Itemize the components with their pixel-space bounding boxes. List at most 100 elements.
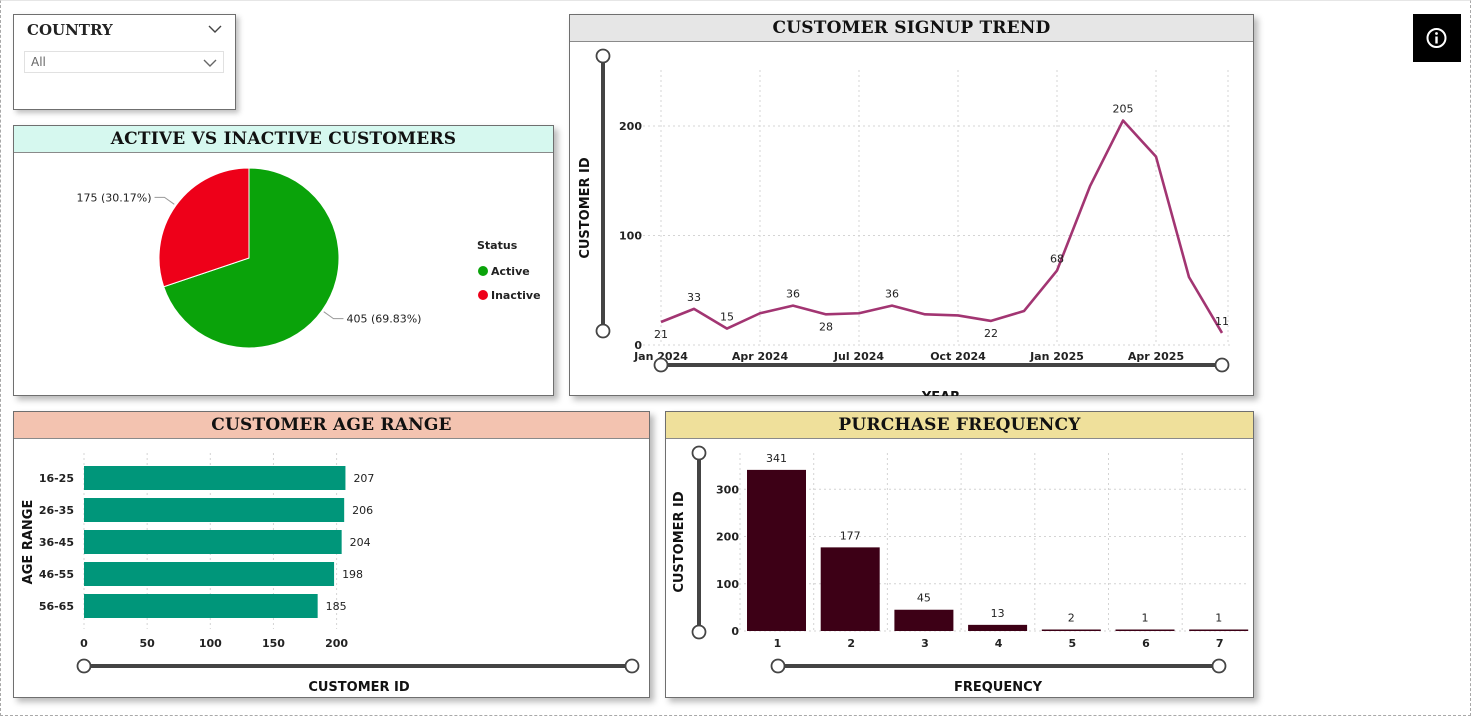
frequency-chart-card: PURCHASE FREQUENCY 0 100 200 300 341 1 177 2 45 3…: [665, 411, 1254, 698]
pie-leader-line: [154, 196, 175, 205]
data-label: 185: [326, 600, 347, 613]
x-tick-label: Apr 2024: [732, 350, 789, 363]
data-label: 341: [766, 452, 787, 465]
y-tick-label: 300: [716, 483, 739, 496]
bar-26-35: [84, 498, 345, 522]
chart-title: ACTIVE VS INACTIVE CUSTOMERS: [14, 126, 553, 153]
data-label: 36: [786, 288, 800, 301]
x-range-slider-handle[interactable]: [624, 658, 640, 674]
chevron-down-icon[interactable]: [208, 24, 222, 34]
data-label: 28: [819, 320, 833, 333]
x-tick-label: 1: [774, 637, 782, 650]
x-tick-label: 4: [995, 637, 1003, 650]
data-label: 13: [991, 607, 1005, 620]
line-chart-card: CUSTOMER SIGNUP TREND 0 100 200 Jan 2024 Apr…: [569, 14, 1254, 396]
x-axis-title: CUSTOMER ID: [308, 680, 410, 695]
slicer-label: COUNTRY: [27, 21, 113, 39]
data-label: 2: [1068, 612, 1075, 625]
data-label: 204: [350, 536, 371, 549]
y-range-slider-handle[interactable]: [595, 323, 611, 339]
chevron-down-icon: [203, 59, 217, 67]
legend-item-inactive: Inactive: [491, 289, 541, 302]
data-label: 206: [352, 504, 373, 517]
y-tick-label: 0: [731, 625, 739, 638]
slicer-selected-value: All: [31, 55, 46, 69]
legend-title: Status: [477, 239, 518, 252]
bar-4: [968, 624, 1028, 631]
bar-chart-horizontal: 0 50 100 150 200 207 16-25 206 26-35 204 36-45 198 4…: [21, 453, 640, 695]
x-axis-title: YEAR: [921, 390, 960, 396]
data-label: 45: [917, 592, 931, 605]
bar-2: [820, 547, 880, 631]
y-tick-label: 100: [619, 230, 642, 243]
legend-marker-icon: [478, 290, 488, 300]
legend-item-active: Active: [491, 265, 530, 278]
x-tick-label: Oct 2024: [930, 350, 986, 363]
data-label: 33: [687, 291, 701, 304]
x-tick-label: Jan 2025: [1029, 350, 1084, 363]
country-slicer[interactable]: COUNTRY All: [13, 14, 236, 110]
bar-1: [747, 469, 806, 631]
x-range-slider-handle[interactable]: [653, 357, 669, 373]
bar-3: [894, 609, 954, 631]
chart-title: PURCHASE FREQUENCY: [666, 412, 1253, 439]
x-range-slider-handle[interactable]: [76, 658, 92, 674]
x-tick-label: 0: [80, 637, 88, 650]
y-tick-label: 200: [619, 120, 642, 133]
y-tick-label: 36-45: [39, 536, 74, 549]
y-tick-label: 56-65: [39, 600, 74, 613]
x-tick-label: 3: [921, 637, 929, 650]
legend-marker-icon: [478, 266, 488, 276]
pie-data-label: 175 (30.17%): [77, 191, 152, 204]
data-label: 68: [1050, 253, 1064, 266]
y-range-slider-handle[interactable]: [691, 445, 707, 461]
country-dropdown[interactable]: All: [24, 51, 224, 73]
line-chart: 0100200Jan 2024 Apr 2024 Jul 2024 Oct 2024 J…: [578, 48, 1233, 396]
age-chart-card: CUSTOMER AGE RANGE 0 50 100 150 200 207 16-25 2…: [13, 411, 650, 698]
data-label: 177: [840, 529, 861, 542]
data-label: 207: [353, 472, 374, 485]
y-tick-label: 16-25: [39, 472, 74, 485]
y-tick-label: 46-55: [39, 568, 74, 581]
y-axis-title: CUSTOMER ID: [578, 157, 593, 259]
bar-7: [1189, 629, 1249, 631]
y-tick-label: 100: [716, 578, 739, 591]
y-range-slider-handle[interactable]: [691, 624, 707, 640]
x-tick-label: Jul 2024: [833, 350, 884, 363]
pie-data-label: 405 (69.83%): [346, 313, 421, 326]
x-tick-label: 100: [199, 637, 222, 650]
x-tick-label: 150: [262, 637, 285, 650]
x-tick-label: 5: [1068, 637, 1076, 650]
x-tick-label: 50: [139, 637, 155, 650]
bar-36-45: [84, 530, 342, 554]
bar-56-65: [84, 594, 318, 618]
y-axis-title: AGE RANGE: [21, 500, 36, 585]
data-label: 205: [1113, 103, 1134, 116]
y-tick-label: 200: [716, 531, 739, 544]
data-label: 22: [984, 327, 998, 340]
x-axis-title: FREQUENCY: [954, 680, 1043, 695]
info-icon: [1426, 28, 1447, 48]
data-label: 21: [654, 328, 668, 341]
x-range-slider-handle[interactable]: [1214, 357, 1230, 373]
x-tick-label: Apr 2025: [1128, 350, 1184, 363]
data-label: 1: [1142, 612, 1149, 625]
data-label: 15: [720, 311, 734, 324]
pie-leader-line: [323, 311, 344, 320]
pie-chart-card: ACTIVE VS INACTIVE CUSTOMERS 405 (69.83%…: [13, 125, 554, 396]
x-tick-label: 2: [847, 637, 855, 650]
x-range-slider-handle[interactable]: [770, 658, 786, 674]
series-line: [660, 119, 1224, 334]
info-button[interactable]: [1413, 14, 1461, 62]
bar-chart: 0 100 200 300 341 1 177 2 45 3 13 4 2 5 1 6 1 7 CUSTOMER I…: [672, 445, 1249, 695]
y-range-slider-handle[interactable]: [595, 48, 611, 64]
bar-16-25: [84, 466, 346, 490]
y-tick-label: 26-35: [39, 504, 74, 517]
bar-5: [1041, 629, 1101, 631]
x-range-slider-handle[interactable]: [1211, 658, 1227, 674]
chart-title: CUSTOMER AGE RANGE: [14, 412, 649, 439]
bar-46-55: [84, 562, 335, 586]
pie-chart: 405 (69.83%) 175 (30.17%) Status Active Inac…: [77, 167, 541, 349]
data-label: 198: [342, 568, 363, 581]
bar-6: [1115, 629, 1175, 631]
